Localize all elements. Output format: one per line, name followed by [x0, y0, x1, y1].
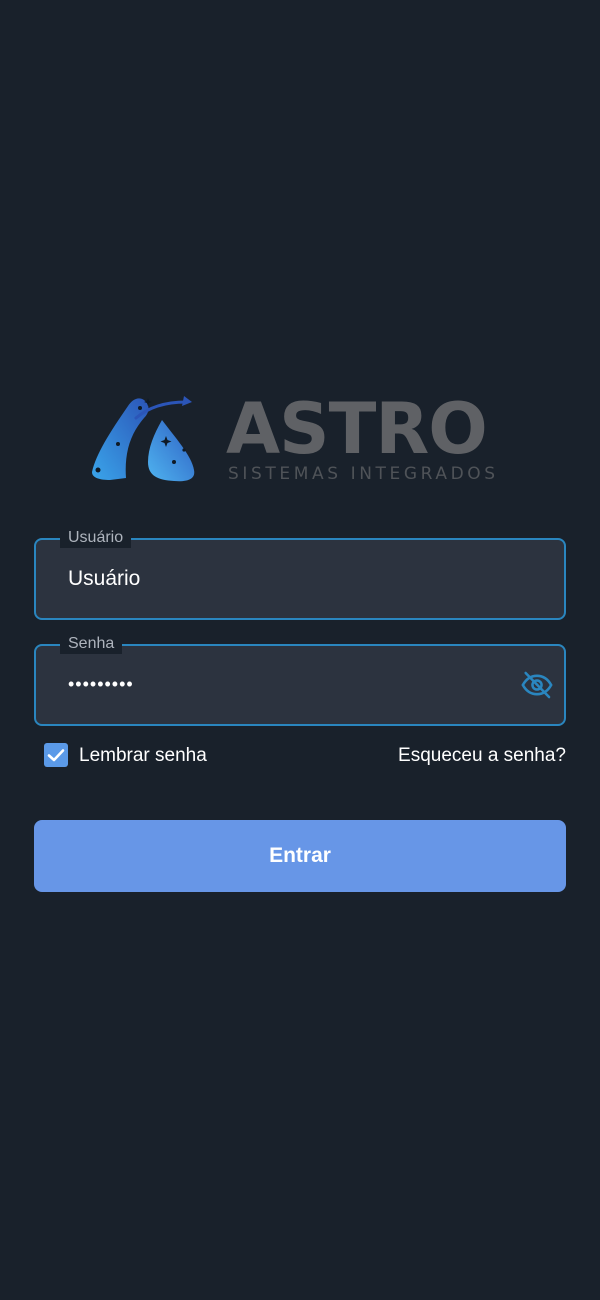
login-screen: ASTRO SISTEMAS INTEGRADOS Usuário Usuári…: [0, 0, 600, 1300]
forgot-password-link[interactable]: Esqueceu a senha?: [398, 743, 566, 769]
remember-checkbox[interactable]: [44, 743, 68, 767]
username-input[interactable]: Usuário: [68, 565, 140, 593]
username-field[interactable]: Usuário Usuário: [34, 528, 566, 620]
remember-label[interactable]: Lembrar senha: [79, 743, 207, 769]
brand-logo: ASTRO SISTEMAS INTEGRADOS: [88, 392, 498, 492]
eye-off-icon[interactable]: [520, 668, 554, 702]
password-field[interactable]: Senha •••••••••: [34, 634, 566, 726]
check-icon: [47, 749, 65, 762]
brand-wordmark: ASTRO: [226, 388, 488, 470]
rocket-drop-logo-icon: [92, 396, 195, 482]
password-label: Senha: [60, 634, 123, 654]
username-label: Usuário: [60, 528, 132, 548]
password-input[interactable]: •••••••••: [68, 670, 134, 698]
brand-tagline: SISTEMAS INTEGRADOS: [228, 464, 499, 484]
login-button[interactable]: Entrar: [34, 820, 566, 892]
